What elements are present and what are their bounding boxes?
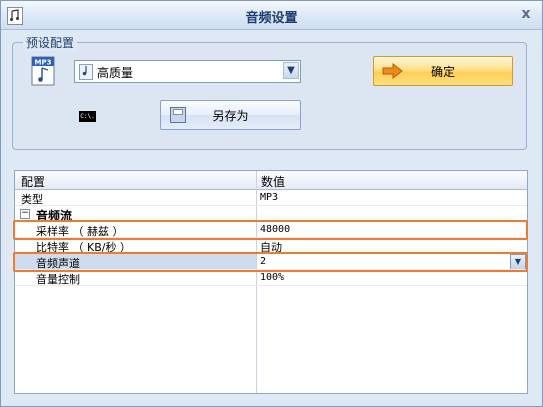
preset-select[interactable]: 高质量 ▼ bbox=[74, 60, 301, 83]
confirm-button[interactable]: 确定 bbox=[373, 56, 513, 86]
preset-config-legend: 预设配置 bbox=[23, 34, 78, 51]
highlight-box-audio-channels bbox=[13, 252, 528, 272]
close-button[interactable]: x bbox=[518, 6, 534, 22]
audio-settings-window: 音频设置 x 预设配置 MP3 高质量 ▼ 确定 C:\. 另存为 配置 数值 … bbox=[0, 0, 543, 407]
window-title: 音频设置 bbox=[245, 11, 298, 26]
svg-text:MP3: MP3 bbox=[35, 59, 52, 67]
header-value[interactable]: 数值 bbox=[261, 173, 285, 190]
preset-selected-value: 高质量 bbox=[97, 66, 134, 80]
property-row-volume[interactable]: 音量控制 100% bbox=[15, 270, 527, 286]
property-value: MP3 bbox=[260, 192, 279, 203]
preset-config-group: 预设配置 MP3 高质量 ▼ 确定 C:\. 另存为 bbox=[12, 34, 527, 150]
title-bar[interactable]: 音频设置 x bbox=[1, 1, 542, 30]
save-as-button-label: 另存为 bbox=[212, 109, 249, 123]
mp3-file-icon: MP3 bbox=[31, 56, 55, 86]
command-prompt-icon: C:\. bbox=[79, 111, 96, 122]
grid-header: 配置 数值 bbox=[15, 171, 527, 190]
property-value: 100% bbox=[260, 272, 285, 283]
property-row-type[interactable]: 类型 MP3 bbox=[15, 190, 527, 206]
header-config[interactable]: 配置 bbox=[21, 173, 45, 190]
confirm-button-label: 确定 bbox=[430, 65, 455, 79]
collapse-icon[interactable]: − bbox=[20, 209, 30, 219]
property-grid: 配置 数值 类型 MP3 − 音频流 采样率 （ 赫兹 ） 48000 比特率 … bbox=[13, 170, 528, 394]
save-as-button[interactable]: 另存为 bbox=[160, 100, 301, 130]
music-note-icon bbox=[79, 64, 93, 80]
highlight-box-sample-rate bbox=[13, 220, 528, 240]
chevron-down-icon[interactable]: ▼ bbox=[283, 62, 299, 79]
